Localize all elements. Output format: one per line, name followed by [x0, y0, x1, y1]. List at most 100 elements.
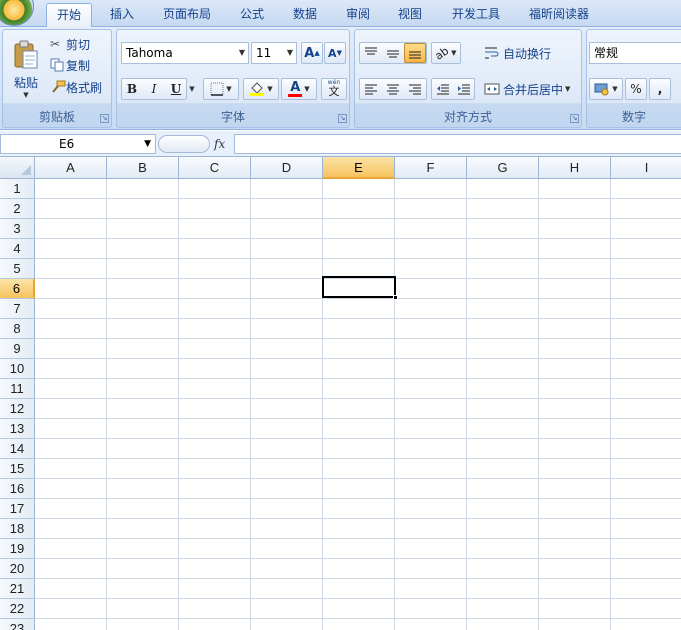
row-header-11[interactable]: 11	[0, 379, 35, 399]
tab-formulas[interactable]: 公式	[234, 3, 270, 27]
row-header-20[interactable]: 20	[0, 559, 35, 579]
tab-page-layout[interactable]: 页面布局	[158, 3, 216, 27]
active-cell-cursor[interactable]	[322, 276, 398, 300]
insert-function-icon[interactable]: fx	[214, 134, 225, 154]
row-header-21[interactable]: 21	[0, 579, 35, 599]
column-header-i[interactable]: I	[611, 157, 681, 179]
borders-button[interactable]: ▼	[203, 78, 239, 100]
row-header-8[interactable]: 8	[0, 319, 35, 339]
row-header-4[interactable]: 4	[0, 239, 35, 259]
row-header-5[interactable]: 5	[0, 259, 35, 279]
font-color-button[interactable]: A ▼	[281, 78, 317, 100]
tab-review[interactable]: 审阅	[340, 3, 376, 27]
tab-data[interactable]: 数据	[287, 3, 323, 27]
column-header-e[interactable]: E	[323, 157, 395, 179]
clipboard-launcher-icon[interactable]: ↘	[100, 114, 109, 123]
cell-area[interactable]	[35, 179, 681, 630]
align-middle-button[interactable]	[382, 43, 404, 63]
font-group: Tahoma ▼ 11 ▼ A ▲ A ▼ B I U ▼ ▼ ▼ A ▼ wé…	[116, 29, 350, 128]
underline-dropdown-icon[interactable]: ▼	[186, 79, 196, 99]
row-header-23[interactable]: 23	[0, 619, 35, 630]
fill-handle[interactable]	[393, 295, 398, 300]
font-launcher-icon[interactable]: ↘	[338, 114, 347, 123]
merge-center-button[interactable]: 合并后居中 ▼	[483, 78, 577, 100]
align-bottom-button[interactable]	[404, 43, 426, 63]
wrap-text-icon	[485, 47, 499, 59]
italic-button[interactable]: I	[144, 79, 164, 99]
tab-home[interactable]: 开始	[46, 3, 92, 28]
align-right-icon	[409, 84, 421, 95]
column-header-c[interactable]: C	[179, 157, 251, 179]
paste-button[interactable]: 粘贴 ▼	[6, 32, 46, 106]
row-header-17[interactable]: 17	[0, 499, 35, 519]
format-painter-button[interactable]: 格式刷	[49, 77, 111, 97]
tab-foxit-reader[interactable]: 福昕阅读器	[524, 3, 594, 27]
formula-splitter-handle[interactable]	[158, 135, 210, 153]
row-header-16[interactable]: 16	[0, 479, 35, 499]
align-left-button[interactable]	[360, 79, 382, 99]
alignment-launcher-icon[interactable]: ↘	[570, 114, 579, 123]
underline-button[interactable]: U	[166, 79, 186, 99]
formula-input[interactable]	[234, 134, 681, 154]
row-header-22[interactable]: 22	[0, 599, 35, 619]
row-header-10[interactable]: 10	[0, 359, 35, 379]
ribbon-tab-bar: 开始 插入 页面布局 公式 数据 审阅 视图 开发工具 福昕阅读器	[0, 0, 681, 28]
font-name-combobox[interactable]: Tahoma ▼	[121, 42, 249, 64]
paste-dropdown-icon[interactable]: ▼	[23, 91, 28, 99]
shrink-font-icon: A	[328, 46, 337, 60]
align-top-button[interactable]	[360, 43, 382, 63]
row-header-2[interactable]: 2	[0, 199, 35, 219]
percent-button[interactable]: %	[625, 78, 647, 100]
font-name-dropdown-icon[interactable]: ▼	[239, 43, 245, 63]
decrease-indent-button[interactable]	[432, 79, 453, 99]
column-header-h[interactable]: H	[539, 157, 611, 179]
align-right-button[interactable]	[404, 79, 426, 99]
number-format-combobox[interactable]: 常规	[589, 42, 681, 64]
font-size-combobox[interactable]: 11 ▼	[251, 42, 297, 64]
clipboard-group: 粘贴 ▼ ✂ 剪切 复制 格式刷 剪贴板 ↘	[2, 29, 112, 128]
column-header-b[interactable]: B	[107, 157, 179, 179]
copy-label: 复制	[66, 58, 91, 73]
column-header-f[interactable]: F	[395, 157, 467, 179]
comma-button[interactable]: ,	[649, 78, 671, 100]
row-header-1[interactable]: 1	[0, 179, 35, 199]
orientation-button[interactable]: ab ▼	[431, 42, 461, 64]
wrap-text-button[interactable]: 自动换行	[483, 42, 557, 64]
column-header-a[interactable]: A	[35, 157, 107, 179]
row-header-19[interactable]: 19	[0, 539, 35, 559]
copy-button[interactable]: 复制	[49, 55, 105, 75]
column-header-g[interactable]: G	[467, 157, 539, 179]
name-box[interactable]: E6 ▼	[0, 134, 156, 154]
cut-button[interactable]: ✂ 剪切	[49, 34, 105, 54]
office-button-icon[interactable]	[0, 0, 34, 26]
tab-view[interactable]: 视图	[392, 3, 428, 27]
tab-insert[interactable]: 插入	[104, 3, 140, 27]
row-header-7[interactable]: 7	[0, 299, 35, 319]
row-header-6[interactable]: 6	[0, 279, 35, 299]
font-size-dropdown-icon[interactable]: ▼	[287, 43, 293, 63]
grow-font-button[interactable]: A ▲	[301, 42, 323, 64]
align-center-button[interactable]	[382, 79, 404, 99]
font-size-value: 11	[256, 46, 272, 60]
row-header-18[interactable]: 18	[0, 519, 35, 539]
tab-developer[interactable]: 开发工具	[447, 3, 505, 27]
increase-indent-button[interactable]	[453, 79, 474, 99]
bold-button[interactable]: B	[122, 79, 142, 99]
row-header-12[interactable]: 12	[0, 399, 35, 419]
phonetic-guide-button[interactable]: wén 文	[321, 78, 347, 100]
row-header-15[interactable]: 15	[0, 459, 35, 479]
accounting-format-button[interactable]: ▼	[589, 78, 623, 100]
align-top-icon	[365, 47, 377, 55]
accounting-icon	[594, 83, 609, 96]
name-box-dropdown-icon[interactable]: ▼	[144, 135, 151, 153]
shrink-font-button[interactable]: A ▼	[324, 42, 346, 64]
column-header-d[interactable]: D	[251, 157, 323, 179]
phonetic-icon: 文	[328, 85, 340, 98]
row-header-13[interactable]: 13	[0, 419, 35, 439]
copy-icon	[50, 58, 64, 72]
row-header-14[interactable]: 14	[0, 439, 35, 459]
select-all-corner[interactable]	[0, 157, 35, 179]
row-header-9[interactable]: 9	[0, 339, 35, 359]
fill-color-button[interactable]: ▼	[243, 78, 279, 100]
row-header-3[interactable]: 3	[0, 219, 35, 239]
